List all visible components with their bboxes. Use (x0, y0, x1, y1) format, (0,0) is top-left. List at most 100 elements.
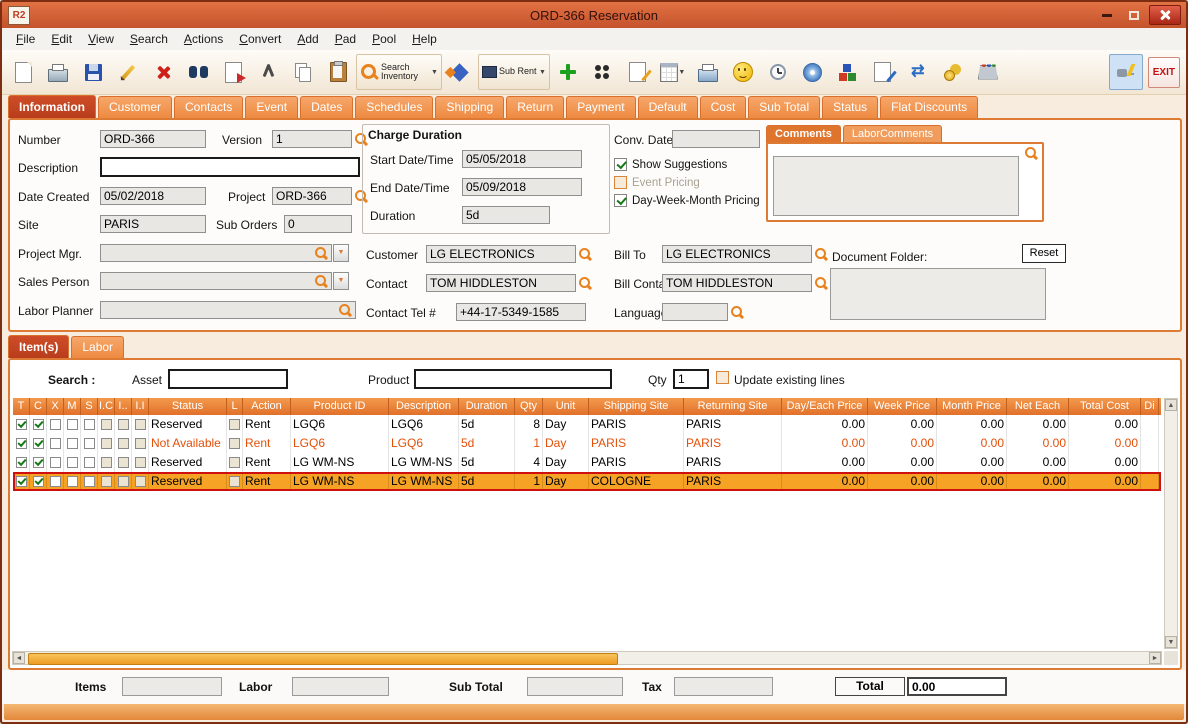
cell-product-id[interactable]: LG WM-NS (291, 472, 389, 491)
cell-flag[interactable] (81, 453, 98, 472)
cell-flag[interactable] (98, 472, 115, 491)
column-header-qty[interactable]: Qty (515, 398, 543, 415)
column-header-description[interactable]: Description (389, 398, 459, 415)
row-flag-checkbox[interactable] (134, 457, 146, 468)
exit-button[interactable]: EXIT (1147, 56, 1180, 88)
customer-lookup-icon[interactable] (578, 247, 592, 261)
cell-flag[interactable] (115, 415, 132, 434)
row-flag-checkbox[interactable] (49, 457, 61, 468)
feedback-button[interactable] (726, 54, 760, 90)
cell-flag[interactable] (30, 415, 47, 434)
row-flag-checkbox[interactable] (15, 419, 27, 430)
scroll-up-icon[interactable]: ▲ (1165, 399, 1177, 411)
scroll-right-icon[interactable]: ► (1149, 652, 1161, 664)
cell-total-cost[interactable]: 0.00 (1069, 453, 1141, 472)
cell-action[interactable]: Rent (243, 434, 291, 453)
row-flag-checkbox[interactable] (100, 457, 112, 468)
show-suggestions-checkbox[interactable] (614, 158, 627, 171)
language-field[interactable] (662, 303, 728, 321)
sub-orders-field[interactable]: 0 (284, 215, 352, 233)
inventory-cubes-button[interactable] (831, 54, 865, 90)
cell-net-each[interactable]: 0.00 (1007, 472, 1069, 491)
tab-information[interactable]: Information (8, 95, 96, 118)
cart-button[interactable] (971, 54, 1005, 90)
cell-total-cost[interactable]: 0.00 (1069, 434, 1141, 453)
cell-returning-site[interactable]: PARIS (684, 415, 782, 434)
row-flag-checkbox[interactable] (83, 457, 95, 468)
cell-di[interactable] (1141, 415, 1159, 434)
vertical-scrollbar[interactable]: ▲ ▼ (1164, 398, 1178, 649)
cell-duration[interactable]: 5d (459, 472, 515, 491)
column-header-i[interactable]: I.. (115, 398, 132, 415)
menu-add[interactable]: Add (289, 30, 326, 48)
cell-week-price[interactable]: 0.00 (868, 434, 937, 453)
cell-day-each-price[interactable]: 0.00 (782, 453, 868, 472)
column-header-s[interactable]: S (81, 398, 98, 415)
cut-button[interactable] (251, 54, 285, 90)
column-header-m[interactable]: M (64, 398, 81, 415)
cell-flag[interactable] (98, 434, 115, 453)
bill-to-field[interactable]: LG ELECTRONICS (662, 245, 812, 263)
cell-status[interactable]: Reserved (149, 453, 227, 472)
tab-return[interactable]: Return (506, 96, 565, 118)
tab-labor-comments[interactable]: LaborComments (842, 125, 943, 143)
cell-flag[interactable] (30, 472, 47, 491)
cell-total-cost[interactable]: 0.00 (1069, 472, 1141, 491)
reset-button[interactable]: Reset (1022, 244, 1066, 263)
add-item-button[interactable] (551, 54, 585, 90)
cell-flag[interactable] (98, 453, 115, 472)
tab-flat-discounts[interactable]: Flat Discounts (880, 96, 979, 118)
find-button[interactable] (181, 54, 215, 90)
print-button[interactable] (41, 54, 75, 90)
cell-qty[interactable]: 1 (515, 434, 543, 453)
bill-contact-lookup-icon[interactable] (814, 276, 828, 290)
cell-flag[interactable] (81, 472, 98, 491)
row-flag-checkbox[interactable] (134, 419, 146, 430)
tab-labor[interactable]: Labor (71, 336, 125, 358)
horizontal-scrollbar[interactable]: ◄ ► (12, 651, 1162, 665)
cell-flag[interactable] (115, 434, 132, 453)
calendar-button[interactable]: ▼ (656, 54, 690, 90)
comments-lookup-icon[interactable] (1024, 146, 1038, 160)
column-header-duration[interactable]: Duration (459, 398, 515, 415)
sales-person-dropdown-button[interactable]: ▼ (333, 272, 349, 290)
menu-actions[interactable]: Actions (176, 30, 231, 48)
payments-button[interactable] (936, 54, 970, 90)
cell-status[interactable]: Not Available (149, 434, 227, 453)
save-button[interactable] (76, 54, 110, 90)
cell-unit[interactable]: Day (543, 434, 589, 453)
row-flag-checkbox[interactable] (15, 476, 27, 487)
row-l-checkbox[interactable] (229, 419, 240, 430)
cell-unit[interactable]: Day (543, 415, 589, 434)
row-flag-checkbox[interactable] (49, 419, 61, 430)
product-input[interactable] (414, 369, 612, 389)
column-header-ii[interactable]: I.I (132, 398, 149, 415)
cell-flag[interactable] (13, 415, 30, 434)
row-flag-checkbox[interactable] (100, 438, 112, 449)
cell-duration[interactable]: 5d (459, 434, 515, 453)
cell-description[interactable]: LGQ6 (389, 434, 459, 453)
cell-flag[interactable] (64, 453, 81, 472)
connect-button[interactable] (1108, 54, 1143, 90)
cell-flag[interactable] (132, 453, 149, 472)
update-existing-checkbox[interactable] (716, 371, 729, 384)
cell-duration[interactable]: 5d (459, 453, 515, 472)
menu-file[interactable]: File (8, 30, 43, 48)
cell-net-each[interactable]: 0.00 (1007, 415, 1069, 434)
bill-to-lookup-icon[interactable] (814, 247, 828, 261)
column-header-t[interactable]: T (13, 398, 30, 415)
customer-field[interactable]: LG ELECTRONICS (426, 245, 576, 263)
cell-net-each[interactable]: 0.00 (1007, 434, 1069, 453)
cell-flag[interactable] (64, 415, 81, 434)
row-flag-checkbox[interactable] (15, 438, 27, 449)
cell-flag[interactable] (13, 453, 30, 472)
group-button[interactable] (586, 54, 620, 90)
row-flag-checkbox[interactable] (66, 476, 78, 487)
cell-total-cost[interactable]: 0.00 (1069, 415, 1141, 434)
close-button[interactable] (1149, 5, 1181, 25)
cell-day-each-price[interactable]: 0.00 (782, 472, 868, 491)
column-header-action[interactable]: Action (243, 398, 291, 415)
column-header-shipping-site[interactable]: Shipping Site (589, 398, 684, 415)
cell-flag[interactable] (64, 434, 81, 453)
cell-flag[interactable] (115, 472, 132, 491)
